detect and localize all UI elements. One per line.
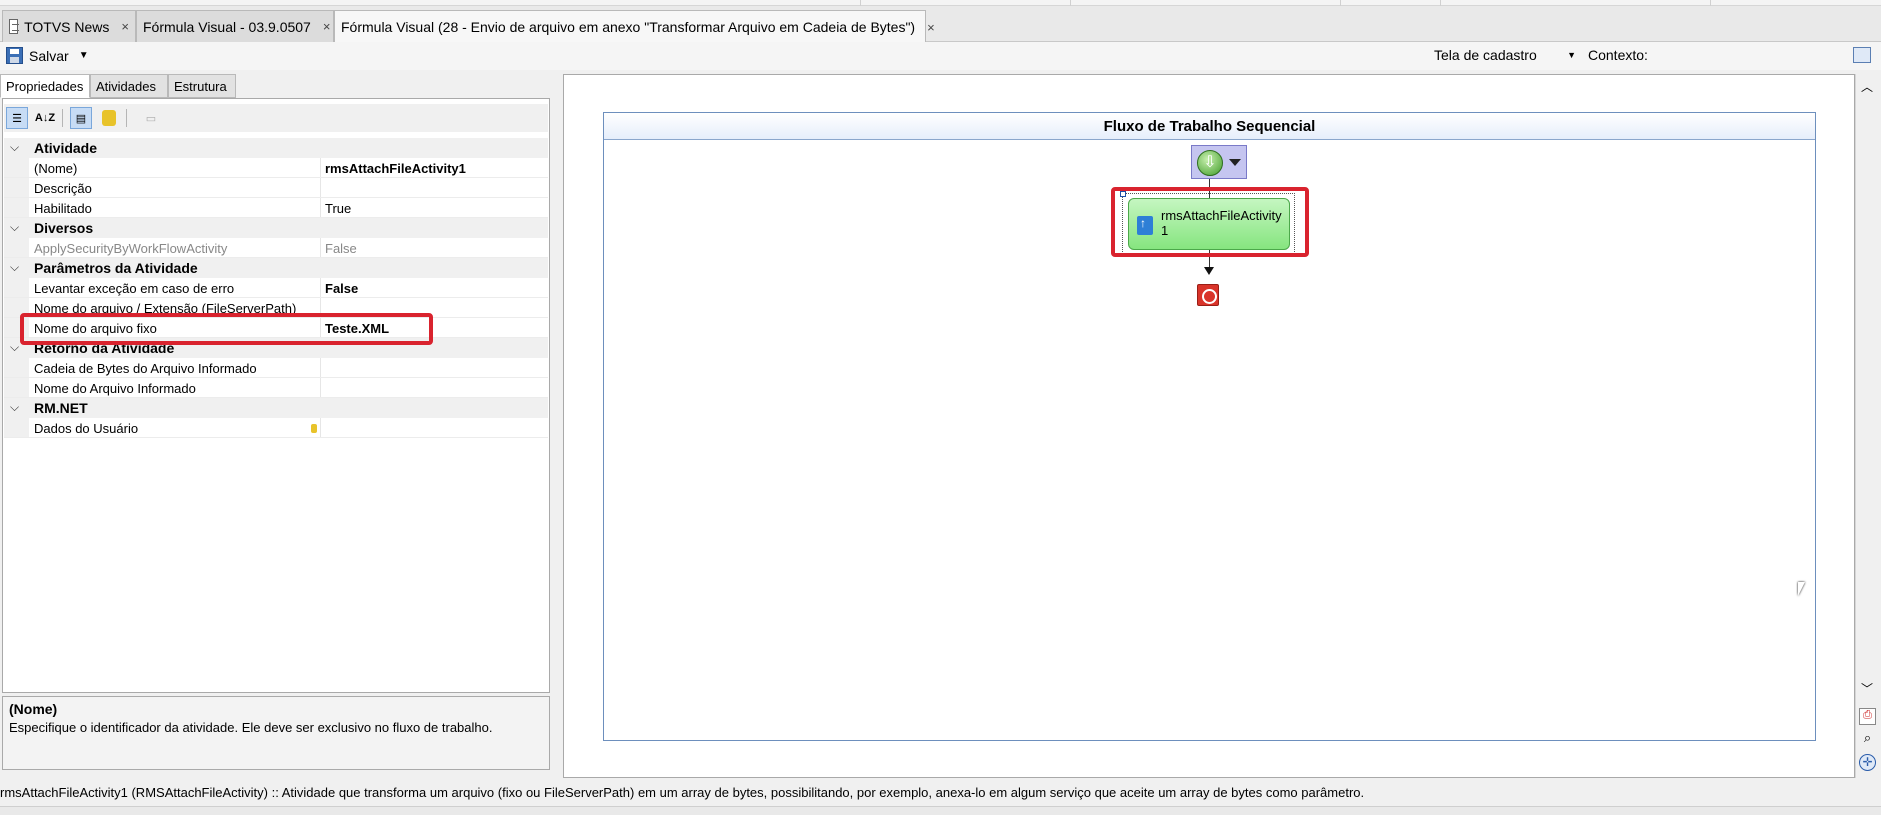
property-row-descricao[interactable]: Descrição bbox=[4, 178, 548, 198]
dropdown-arrow-icon[interactable] bbox=[1229, 159, 1241, 166]
highlight-activity bbox=[1111, 187, 1309, 257]
tab-atividades[interactable]: Atividades bbox=[90, 74, 168, 98]
document-tab-bar: TOTVS News × Fórmula Visual - 03.9.0507 … bbox=[0, 6, 1881, 43]
workflow-end-node[interactable] bbox=[1197, 284, 1219, 306]
scroll-up-icon[interactable]: ︿ bbox=[1861, 78, 1873, 95]
description-title: (Nome) bbox=[9, 701, 58, 717]
property-row-dados-usuario[interactable]: Dados do Usuário bbox=[4, 418, 548, 438]
save-label: Salvar bbox=[29, 47, 69, 64]
property-grid-toolbar: ☰ A↓Z ▤ ▭ bbox=[4, 104, 548, 132]
dropdown-arrow-icon[interactable]: ▼ bbox=[79, 50, 89, 61]
tab-label: TOTVS News bbox=[24, 18, 110, 35]
categorized-icon[interactable]: ☰ bbox=[6, 107, 28, 129]
events-icon[interactable] bbox=[98, 107, 120, 129]
property-pages-icon[interactable]: ▭ bbox=[140, 107, 162, 129]
scroll-down-icon[interactable]: ﹀ bbox=[1861, 680, 1873, 697]
mouse-cursor-icon bbox=[1798, 582, 1805, 596]
property-row-nome-informado[interactable]: Nome do Arquivo Informado bbox=[4, 378, 548, 398]
document-icon bbox=[9, 19, 20, 34]
chevron-down-icon: ▼ bbox=[1567, 50, 1576, 60]
tab-estrutura[interactable]: Estrutura bbox=[168, 74, 236, 98]
tab-label: Fórmula Visual (28 - Envio de arquivo em… bbox=[341, 19, 916, 35]
alphabetical-sort-icon[interactable]: A↓Z bbox=[34, 107, 56, 129]
bottom-tab-strip bbox=[0, 806, 1881, 815]
properties-icon[interactable]: ▤ bbox=[70, 107, 92, 129]
chevron-down-icon: ⌵ bbox=[10, 140, 20, 154]
chevron-down-icon: ⌵ bbox=[10, 260, 20, 274]
tab-formula-visual-0507[interactable]: Fórmula Visual - 03.9.0507 × bbox=[136, 10, 334, 42]
property-row-habilitado[interactable]: Habilitado True bbox=[4, 198, 548, 218]
save-button[interactable]: Salvar ▼ bbox=[6, 47, 89, 64]
property-description-panel: (Nome) Especifique o identificador da at… bbox=[2, 696, 550, 770]
toolbar-divider bbox=[126, 109, 127, 127]
workflow-title: Fluxo de Trabalho Sequencial bbox=[604, 113, 1815, 140]
property-row-applysecurity[interactable]: ApplySecurityByWorkFlowActivity False bbox=[4, 238, 548, 258]
binoculars-icon[interactable]: ⌕ bbox=[1859, 730, 1876, 747]
chevron-down-icon: ⌵ bbox=[10, 400, 20, 414]
panel-layout-icon[interactable] bbox=[1853, 47, 1871, 63]
property-row-cadeia-bytes[interactable]: Cadeia de Bytes do Arquivo Informado bbox=[4, 358, 548, 378]
context-field[interactable] bbox=[1584, 44, 1854, 66]
left-panel-tabs: Propriedades Atividades Estrutura bbox=[0, 74, 560, 98]
print-preview-icon[interactable]: ⎙ bbox=[1859, 708, 1876, 725]
view-select[interactable]: Tela de cadastro ▼ bbox=[1430, 44, 1582, 66]
description-text: Especifique o identificador da atividade… bbox=[9, 720, 493, 735]
category-atividade[interactable]: ⌵ Atividade bbox=[4, 138, 548, 158]
category-rmnet[interactable]: ⌵ RM.NET bbox=[4, 398, 548, 418]
property-row-levantar-excecao[interactable]: Levantar exceção em caso de erro False bbox=[4, 278, 548, 298]
close-icon[interactable]: × bbox=[927, 20, 935, 35]
floppy-disk-icon bbox=[6, 47, 23, 64]
vertical-scrollbar[interactable]: ︿ ﹀ ⎙ ⌕ ✛ bbox=[1855, 74, 1879, 778]
database-icon bbox=[311, 424, 317, 433]
chevron-down-icon: ⌵ bbox=[10, 340, 20, 354]
category-parametros[interactable]: ⌵ Parâmetros da Atividade bbox=[4, 258, 548, 278]
view-select-value: Tela de cadastro bbox=[1434, 47, 1537, 63]
category-diversos[interactable]: ⌵ Diversos bbox=[4, 218, 548, 238]
highlight-nome-arquivo-fixo bbox=[20, 313, 433, 345]
pan-icon[interactable]: ✛ bbox=[1859, 754, 1876, 771]
close-icon[interactable]: × bbox=[323, 19, 331, 34]
start-arrow-icon: ⇩ bbox=[1197, 150, 1223, 176]
toolbar: Salvar ▼ Tela de cadastro ▼ Contexto: bbox=[0, 42, 1881, 70]
toolbar-divider bbox=[62, 109, 63, 127]
tab-label: Fórmula Visual - 03.9.0507 bbox=[143, 18, 311, 35]
close-icon[interactable]: × bbox=[121, 19, 129, 34]
workflow-start-node[interactable]: ⇩ bbox=[1191, 145, 1247, 179]
property-row-nome[interactable]: (Nome) rmsAttachFileActivity1 bbox=[4, 158, 548, 178]
tab-totvs-news[interactable]: TOTVS News × bbox=[2, 10, 136, 42]
tab-propriedades[interactable]: Propriedades bbox=[0, 74, 90, 98]
tab-formula-visual-28[interactable]: Fórmula Visual (28 - Envio de arquivo em… bbox=[334, 10, 935, 43]
chevron-down-icon: ⌵ bbox=[10, 220, 20, 234]
arrow-down-icon bbox=[1204, 267, 1214, 275]
status-bar: rmsAttachFileActivity1 (RMSAttachFileAct… bbox=[0, 780, 1881, 806]
